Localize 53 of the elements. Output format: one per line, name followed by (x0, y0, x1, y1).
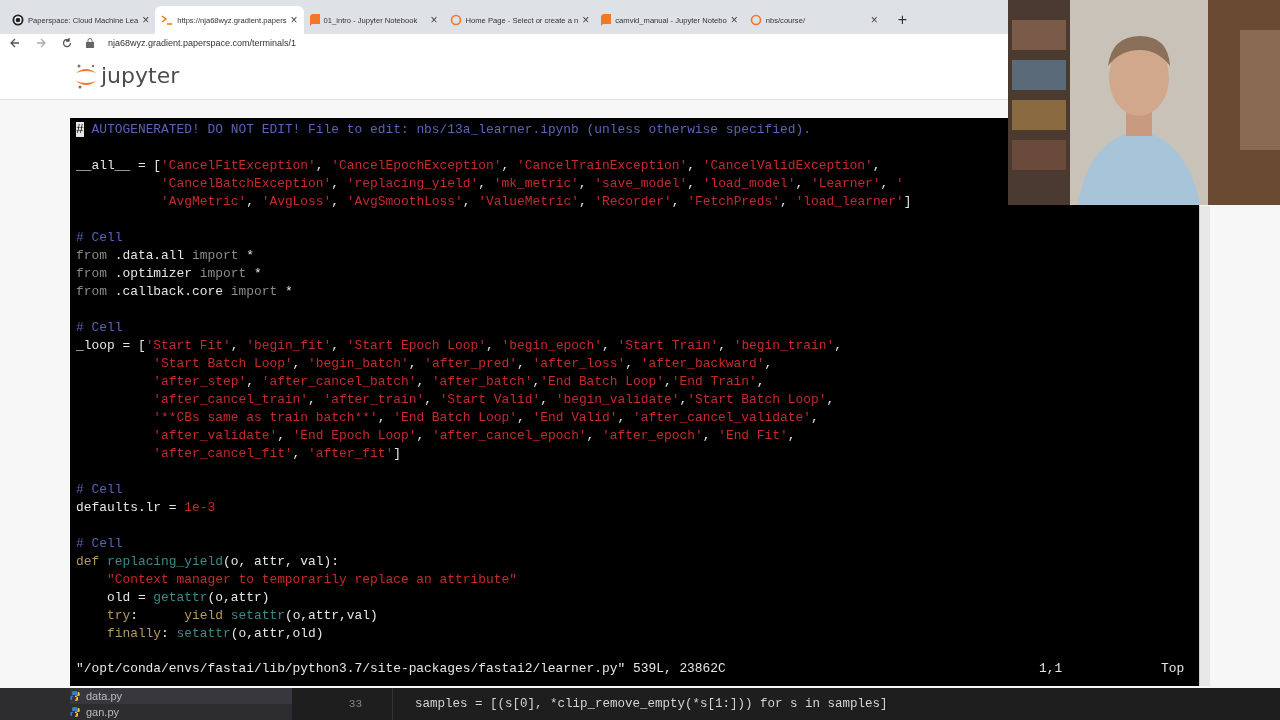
python-file-icon (70, 707, 80, 718)
code-line: "Context manager to temporarily replace an attribute" (105, 571, 517, 590)
python-file-icon (70, 691, 80, 702)
cursor-position: 1,1 (1039, 660, 1064, 679)
terminal-prompt-icon (161, 15, 174, 25)
code-line: # Cell (76, 229, 123, 248)
scroll-position: Top (1161, 660, 1186, 679)
back-icon[interactable] (10, 38, 20, 48)
code-line: old = getattr(o,attr) (105, 589, 270, 608)
code-line: 'after_validate', 'End Epoch Loop', 'after_cancel_epoch', 'after_epoch', 'End Fit', (152, 427, 796, 446)
close-icon[interactable]: × (290, 13, 298, 27)
new-tab-button[interactable]: + (889, 6, 916, 34)
code-line: __all__ = ['CancelFitException', 'CancelEpochException', 'CancelTrainException', 'CancelValidException', (76, 157, 881, 176)
code-line: # Cell (76, 319, 123, 338)
code-line: 'after_cancel_fit', 'after_fit'] (152, 445, 401, 464)
code-line: _loop = ['Start Fit', 'begin_fit', 'Start Epoch Loop', 'begin_epoch', 'Start Train', 'begin_train', (76, 337, 842, 356)
close-icon[interactable]: × (870, 13, 878, 27)
close-icon[interactable]: × (582, 13, 590, 27)
line-number: 33 (292, 688, 393, 720)
code-line: from .callback.core import * (76, 283, 293, 302)
code-line: 'CancelBatchException', 'replacing_yield', 'mk_metric', 'save_model', 'load_model', 'Learner', ' (160, 175, 904, 194)
code-line: # AUTOGENERATED! DO NOT EDIT! File to edit: nbs/13a_learner.ipynb (unless otherwise specified). (76, 121, 811, 140)
file-item[interactable]: gan.py (86, 704, 120, 720)
code-line: samples = [(s[0], *clip_remove_empty(*s[1:])) for s in samples] (414, 696, 888, 714)
code-line: 'after_cancel_train', 'after_train', 'Start Valid', 'begin_validate','Start Batch Loop', (152, 391, 835, 410)
jupyter-logo-text: jupyter (101, 63, 180, 89)
file-item[interactable]: data.py (86, 688, 123, 705)
code-line: from .data.all import * (76, 247, 254, 266)
code-line: 'after_step', 'after_cancel_batch', 'after_batch','End Batch Loop','End Train', (152, 373, 765, 392)
code-line: # Cell (76, 481, 123, 500)
spiral-logo-icon (12, 14, 24, 26)
ring-logo-icon (449, 14, 462, 26)
code-line: def replacing_yield(o, attr, val): (76, 553, 340, 572)
code-line: try: yield setattr(o,attr,val) (105, 607, 378, 626)
address-bar[interactable]: nja68wyz.gradient.paperspace.com/terminals/1 (108, 38, 297, 48)
scrollbar[interactable] (1199, 206, 1210, 687)
reload-icon[interactable] (62, 38, 72, 48)
close-icon[interactable]: × (430, 13, 438, 27)
lock-icon (86, 38, 94, 48)
code-line: 'Start Batch Loop', 'begin_batch', 'after_pred', 'after_loss', 'after_backward', (152, 355, 773, 374)
code-line: from .optimizer import * (76, 265, 262, 284)
code-line: 'AvgMetric', 'AvgLoss', 'AvgSmoothLoss', 'ValueMetric', 'Recorder', 'FetchPreds', 'load_learner'] (160, 193, 912, 212)
code-line: defaults.lr = 1e-3 (76, 499, 216, 518)
ring-logo-icon (749, 14, 762, 26)
close-icon[interactable]: × (142, 13, 150, 27)
book-icon (309, 14, 320, 26)
book-icon (601, 14, 612, 26)
close-icon[interactable]: × (730, 13, 738, 27)
code-line: '**CBs same as train batch**', 'End Batch Loop', 'End Valid', 'after_cancel_validate', (152, 409, 819, 428)
code-line: finally: setattr(o,attr,old) (105, 625, 324, 644)
jupyter-logo-icon (75, 62, 97, 89)
code-line: # Cell (76, 535, 123, 554)
file-info: "/opt/conda/envs/fastai/lib/python3.7/site-packages/fastai2/learner.py" 539L, 23862C (76, 660, 727, 679)
